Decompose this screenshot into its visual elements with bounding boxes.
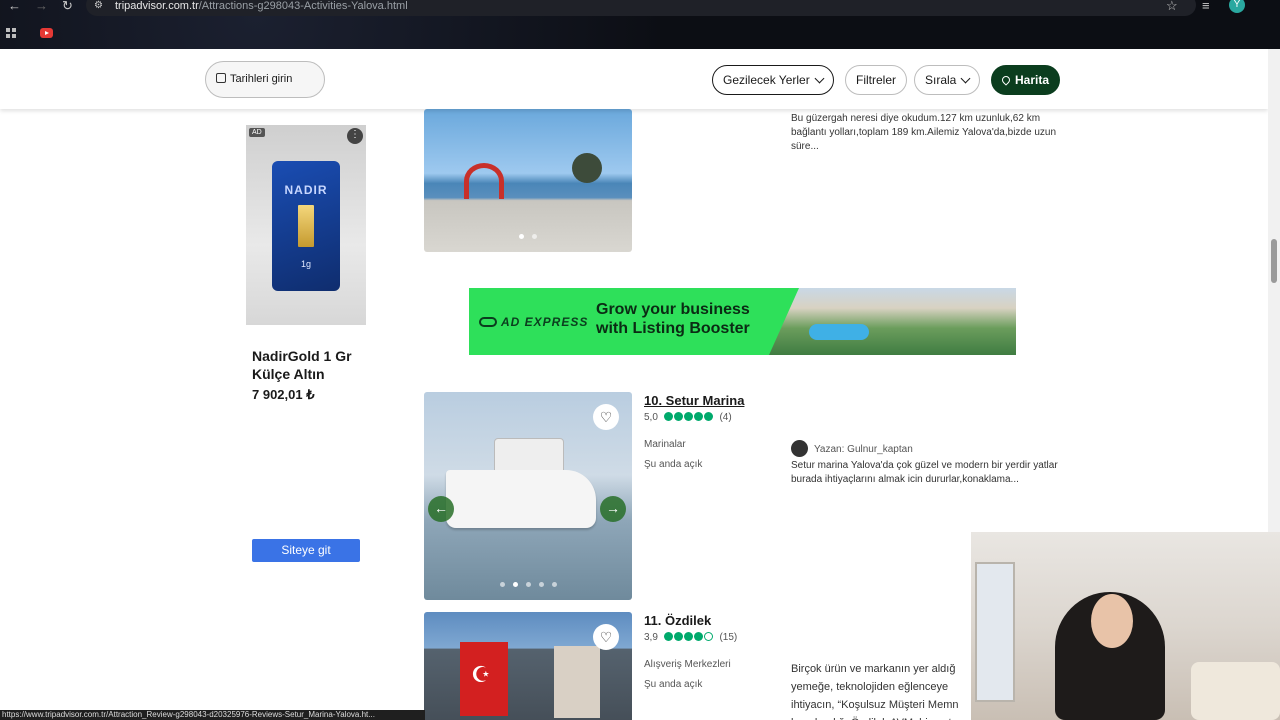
site-info-icon[interactable]: ⚙ bbox=[94, 0, 103, 14]
gold-bar-product: NADIR 1g bbox=[272, 161, 340, 291]
listing-photo[interactable] bbox=[424, 109, 632, 252]
media-control-icon[interactable]: ≡ bbox=[1202, 0, 1210, 14]
ad-express-banner[interactable]: AD EXPRESS Grow your business with Listin… bbox=[469, 288, 1016, 355]
boat-cabin bbox=[494, 438, 564, 474]
ad-image[interactable]: AD ⋮ NADIR 1g bbox=[246, 125, 366, 325]
bookmark-star-icon[interactable]: ☆ bbox=[1166, 0, 1178, 14]
heart-sculpture bbox=[464, 163, 504, 199]
dates-label: Tarihleri girin bbox=[230, 73, 293, 85]
rating-bubbles-icon bbox=[663, 632, 714, 644]
reload-icon[interactable]: ↻ bbox=[62, 0, 73, 14]
filters-label: Filtreler bbox=[856, 73, 897, 87]
window bbox=[975, 562, 1015, 702]
youtube-bookmark-icon[interactable] bbox=[40, 28, 53, 38]
ataturk-banner bbox=[554, 646, 600, 718]
profile-avatar[interactable]: Y bbox=[1229, 0, 1245, 13]
map-label: Harita bbox=[1015, 73, 1050, 87]
listing-title[interactable]: 11. Özdilek bbox=[644, 613, 711, 628]
map-button[interactable]: Harita bbox=[991, 65, 1061, 95]
carousel-dots bbox=[424, 226, 632, 244]
review-count: (15) bbox=[719, 632, 738, 643]
banner-headline: Grow your business with Listing Booster bbox=[596, 301, 750, 337]
ad-badge: AD bbox=[249, 128, 265, 137]
gold-bar bbox=[298, 205, 314, 247]
open-status: Şu anda açık bbox=[644, 679, 703, 690]
turkish-flag bbox=[460, 642, 508, 716]
url-text[interactable]: tripadvisor.com.tr/Attractions-g298043-A… bbox=[115, 0, 408, 12]
forward-icon[interactable]: → bbox=[35, 0, 48, 14]
heart-icon[interactable]: ♡ bbox=[593, 624, 619, 650]
filter-toolbar: Tarihleri girin Gezilecek Yerler Filtrel… bbox=[0, 49, 1268, 109]
product-brand: NADIR bbox=[284, 183, 328, 197]
tripadvisor-owl-icon bbox=[479, 317, 497, 327]
listing-photo[interactable]: ♡ bbox=[424, 612, 632, 720]
ad-price: 7 902,01 ₺ bbox=[252, 387, 315, 402]
review-count: (4) bbox=[719, 412, 732, 423]
heart-icon[interactable]: ♡ bbox=[593, 404, 619, 430]
avatar bbox=[791, 440, 808, 457]
review-snippet[interactable]: Setur marina Yalova'da çok güzel ve mode… bbox=[791, 459, 1061, 487]
open-status: Şu anda açık bbox=[644, 459, 703, 470]
map-pin-icon bbox=[1000, 74, 1012, 86]
listing-category: Alışveriş Merkezleri bbox=[644, 659, 731, 670]
carousel-dots bbox=[424, 574, 632, 592]
scrollbar-thumb[interactable] bbox=[1271, 239, 1277, 283]
back-icon[interactable]: ← bbox=[8, 0, 21, 14]
review-snippet[interactable]: Birçok ürün ve markanın yer aldığ yemeğe… bbox=[791, 660, 981, 720]
sidebar-ad[interactable]: AD ⋮ NADIR 1g NadirGold 1 Gr Külçe Altın… bbox=[246, 125, 366, 565]
listing-category: Marinalar bbox=[644, 439, 686, 450]
boat bbox=[446, 470, 596, 528]
rating-row[interactable]: 3,9 (15) bbox=[644, 632, 737, 644]
ad-express-logo: AD EXPRESS bbox=[479, 315, 588, 329]
listing-photo[interactable]: ♡ ← → bbox=[424, 392, 632, 600]
filters-button[interactable]: Filtreler bbox=[845, 65, 908, 95]
sofa bbox=[1191, 662, 1280, 720]
review-snippet[interactable]: Bu güzergah neresi diye okudum.127 km uz… bbox=[791, 112, 1061, 154]
rating-value: 3,9 bbox=[644, 632, 658, 643]
listing-title[interactable]: 10. Setur Marina bbox=[644, 393, 744, 408]
arrow-right-icon[interactable]: → bbox=[600, 496, 626, 522]
browser-chrome: ← → ↻ ⚙ tripadvisor.com.tr/Attractions-g… bbox=[0, 0, 1280, 49]
resort-photo bbox=[769, 288, 1016, 355]
ad-cta-button[interactable]: Siteye git bbox=[252, 539, 360, 562]
more-options-icon[interactable]: ⋮ bbox=[347, 128, 363, 144]
ad-title[interactable]: NadirGold 1 Gr Külçe Altın bbox=[252, 347, 372, 383]
rating-value: 5,0 bbox=[644, 412, 658, 423]
sort-dropdown[interactable]: Sırala bbox=[914, 65, 981, 95]
chevron-down-icon bbox=[960, 73, 971, 84]
tree bbox=[572, 153, 602, 183]
category-label: Gezilecek Yerler bbox=[723, 73, 810, 87]
rating-bubbles-icon bbox=[663, 412, 714, 424]
review-author[interactable]: Yazan: Gulnur_kaptan bbox=[791, 440, 913, 457]
status-bar-url: https://www.tripadvisor.com.tr/Attractio… bbox=[0, 710, 425, 720]
calendar-icon bbox=[216, 73, 226, 83]
dates-button[interactable]: Tarihleri girin bbox=[205, 61, 325, 98]
arrow-left-icon[interactable]: ← bbox=[428, 496, 454, 522]
apps-grid-icon[interactable] bbox=[6, 28, 17, 39]
category-dropdown[interactable]: Gezilecek Yerler bbox=[712, 65, 834, 95]
face bbox=[1091, 594, 1133, 648]
rating-row[interactable]: 5,0 (4) bbox=[644, 412, 732, 424]
chevron-down-icon bbox=[814, 73, 825, 84]
webcam-overlay bbox=[971, 532, 1280, 720]
sort-label: Sırala bbox=[925, 73, 957, 87]
product-weight: 1g bbox=[300, 259, 311, 269]
